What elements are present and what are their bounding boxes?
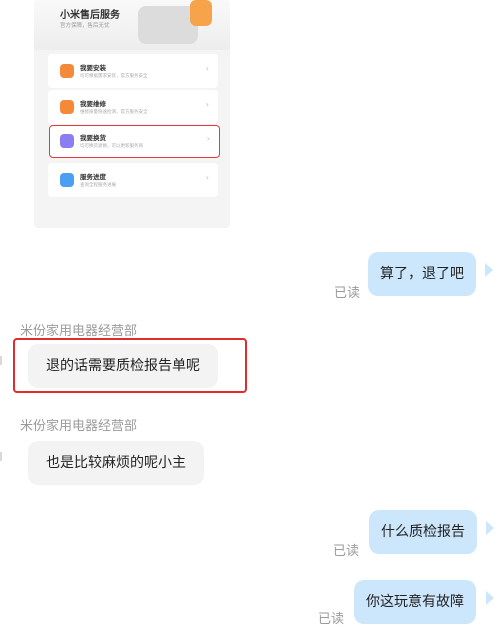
service-item-title: 服务进度 bbox=[80, 173, 106, 181]
message-bubble-incoming[interactable]: 也是比较麻烦的呢小主 bbox=[28, 441, 204, 485]
service-item-install[interactable]: 我要安装 均可根据需求安装，官方服务安全 › bbox=[48, 54, 218, 88]
message-bubble-outgoing[interactable]: 什么质检报告 bbox=[369, 510, 477, 554]
bubble-tail bbox=[485, 263, 493, 277]
banner-illustration bbox=[138, 6, 198, 44]
service-item-title: 我要维修 bbox=[80, 100, 106, 108]
read-status: 已读 bbox=[334, 286, 361, 301]
service-item-title: 我要安装 bbox=[80, 64, 106, 72]
service-title: 小米售后服务 bbox=[60, 10, 120, 21]
service-item-progress[interactable]: 服务进度 查询全程服务进展 › bbox=[48, 163, 218, 197]
banner-figure-icon bbox=[190, 0, 212, 26]
bubble-tail bbox=[486, 591, 494, 605]
chevron-right-icon: › bbox=[205, 100, 209, 109]
edge-marker bbox=[0, 356, 2, 365]
shared-image-card[interactable]: 小米售后服务 官方保障，售后无忧 我要安装 均可根据需求安装，官方服务安全 › … bbox=[34, 0, 230, 228]
service-item-desc: 维修质量快速检测，官方服务安全 bbox=[80, 110, 148, 115]
read-status: 已读 bbox=[333, 544, 360, 559]
progress-icon bbox=[60, 173, 74, 187]
exchange-icon bbox=[60, 134, 74, 148]
chevron-right-icon: › bbox=[205, 173, 209, 182]
bubble-tail bbox=[486, 521, 494, 535]
hammer-icon bbox=[60, 100, 74, 114]
chevron-right-icon: › bbox=[205, 64, 209, 73]
service-subtitle: 官方保障，售后无忧 bbox=[60, 23, 110, 29]
message-bubble-outgoing[interactable]: 算了，退了吧 bbox=[368, 252, 476, 296]
read-status: 已读 bbox=[318, 612, 345, 627]
edge-marker bbox=[0, 452, 2, 461]
sender-name: 米份家用电器经营部 bbox=[20, 419, 138, 434]
wrench-icon bbox=[60, 64, 74, 78]
service-item-desc: 均可根据需求安装，官方服务安全 bbox=[80, 74, 148, 79]
message-bubble-outgoing[interactable]: 你这玩意有故障 bbox=[354, 580, 476, 624]
service-item-desc: 均可换货退换，可以更新服务商 bbox=[80, 144, 143, 149]
service-item-title: 我要换货 bbox=[80, 134, 106, 142]
red-highlight-box bbox=[13, 338, 247, 393]
service-item-desc: 查询全程服务进展 bbox=[80, 183, 116, 188]
service-item-repair[interactable]: 我要维修 维修质量快速检测，官方服务安全 › bbox=[48, 90, 218, 124]
service-item-exchange[interactable]: 我要换货 均可换货退换，可以更新服务商 › bbox=[49, 125, 220, 158]
chevron-right-icon: › bbox=[206, 134, 210, 143]
sender-name: 米份家用电器经营部 bbox=[20, 324, 138, 339]
